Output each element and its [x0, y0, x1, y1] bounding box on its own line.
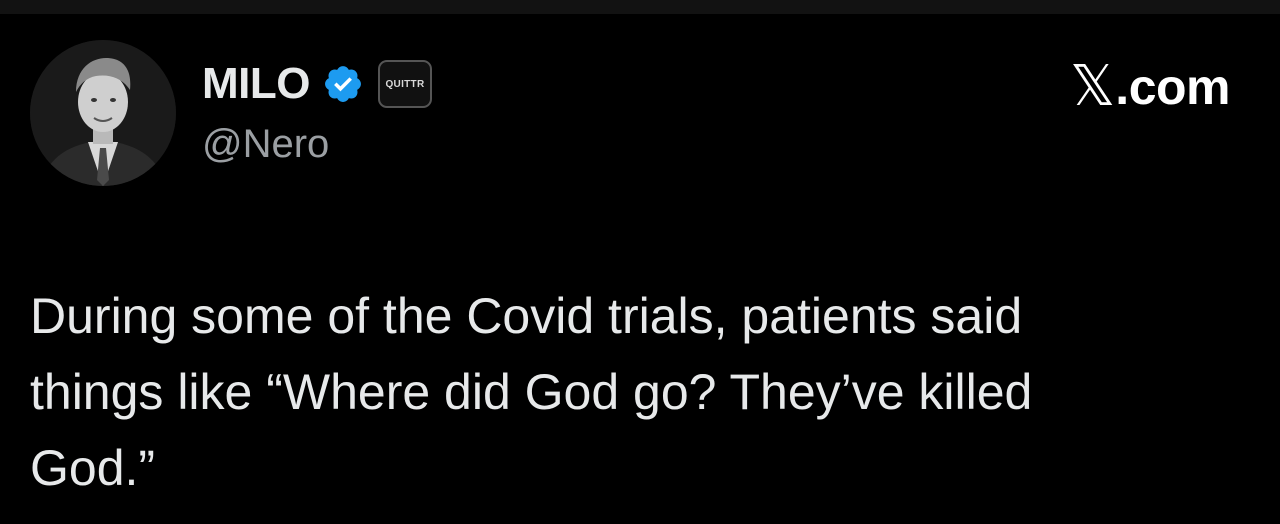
author-display-name[interactable]: MILO — [202, 59, 310, 109]
avatar-portrait-image — [30, 40, 176, 186]
source-domain-text: .com — [1115, 59, 1230, 115]
top-strip — [0, 0, 1280, 14]
affiliation-badge-label: QUITTR — [385, 78, 425, 90]
author-name-row: MILO QUITTR — [202, 56, 432, 112]
avatar[interactable] — [30, 40, 176, 186]
tweet-text-line: God.” — [30, 440, 156, 496]
source-logo: 𝕏 .com — [1070, 58, 1230, 116]
author-handle[interactable]: @Nero — [202, 122, 329, 167]
tweet-text-line: things like “Where did God go? They’ve k… — [30, 364, 1033, 420]
x-logo-icon: 𝕏 — [1070, 54, 1116, 119]
tweet-text: During some of the Covid trials, patient… — [30, 278, 1210, 506]
affiliation-badge[interactable]: QUITTR — [377, 60, 432, 108]
tweet-text-line: During some of the Covid trials, patient… — [30, 288, 1023, 344]
verified-check-icon — [325, 66, 361, 102]
